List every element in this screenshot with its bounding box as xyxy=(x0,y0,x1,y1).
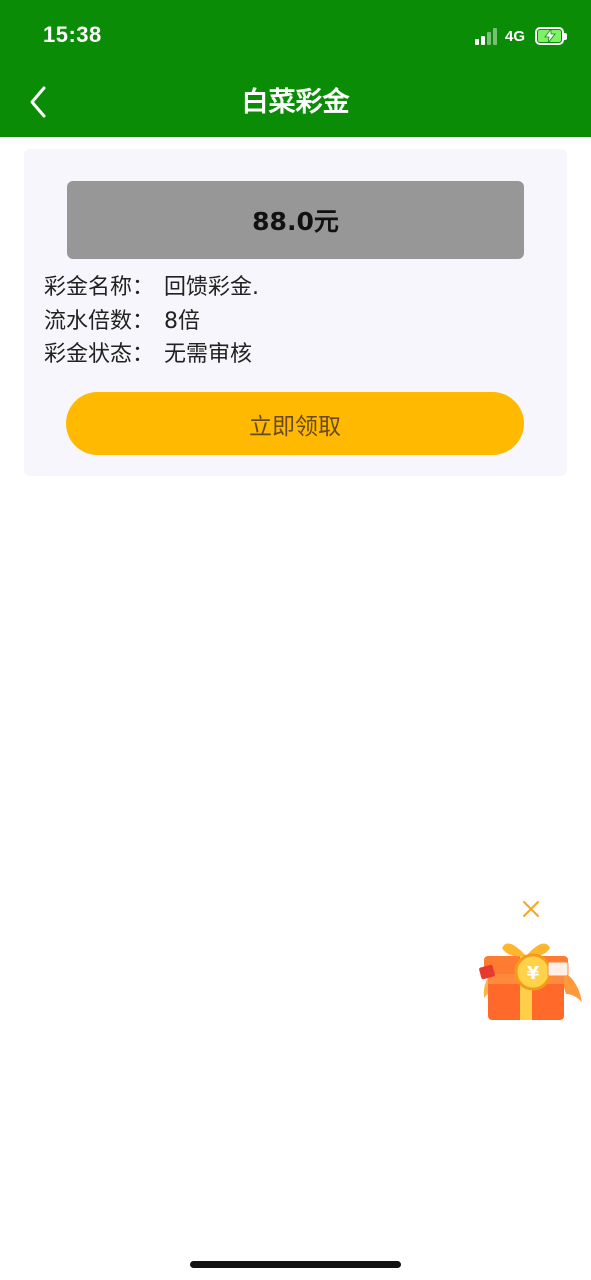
claim-button[interactable]: 立即领取 xyxy=(66,392,524,455)
battery-charging-icon xyxy=(535,27,567,45)
separator: ： xyxy=(132,309,155,334)
separator: ： xyxy=(132,275,155,300)
currency-symbol: ¥ xyxy=(527,963,540,984)
status-indicators: 4G xyxy=(474,24,567,48)
page-title: 白菜彩金 xyxy=(241,87,350,118)
bonus-amount: 88.0元 xyxy=(67,181,524,259)
app-header: 15:38 4G 白菜彩金 xyxy=(0,0,591,137)
gift-box-icon[interactable]: ¥ xyxy=(478,928,588,1023)
bonus-status-label: 彩金状态 xyxy=(44,342,133,367)
bonus-status-value: 无需审核 xyxy=(164,342,253,367)
bonus-name-row: 彩金名称： 回馈彩金. xyxy=(44,273,259,303)
status-time: 15:38 xyxy=(43,22,102,47)
bonus-status-row: 彩金状态： 无需审核 xyxy=(44,340,252,370)
separator: ： xyxy=(132,342,155,367)
bonus-name-value: 回馈彩金. xyxy=(164,275,260,300)
close-icon[interactable] xyxy=(518,896,544,922)
signal-icon xyxy=(474,27,497,45)
home-indicator[interactable] xyxy=(190,1261,401,1268)
bonus-name-label: 彩金名称 xyxy=(44,275,133,300)
bonus-card: 88.0元 彩金名称： 回馈彩金. 流水倍数： 8倍 彩金状态： 无需审核 立即领取 xyxy=(24,149,567,476)
network-type: 4G xyxy=(504,27,525,45)
turnover-multiplier-value: 8倍 xyxy=(164,309,201,334)
turnover-multiplier-label: 流水倍数 xyxy=(44,309,133,334)
turnover-multiplier-row: 流水倍数： 8倍 xyxy=(44,307,200,337)
